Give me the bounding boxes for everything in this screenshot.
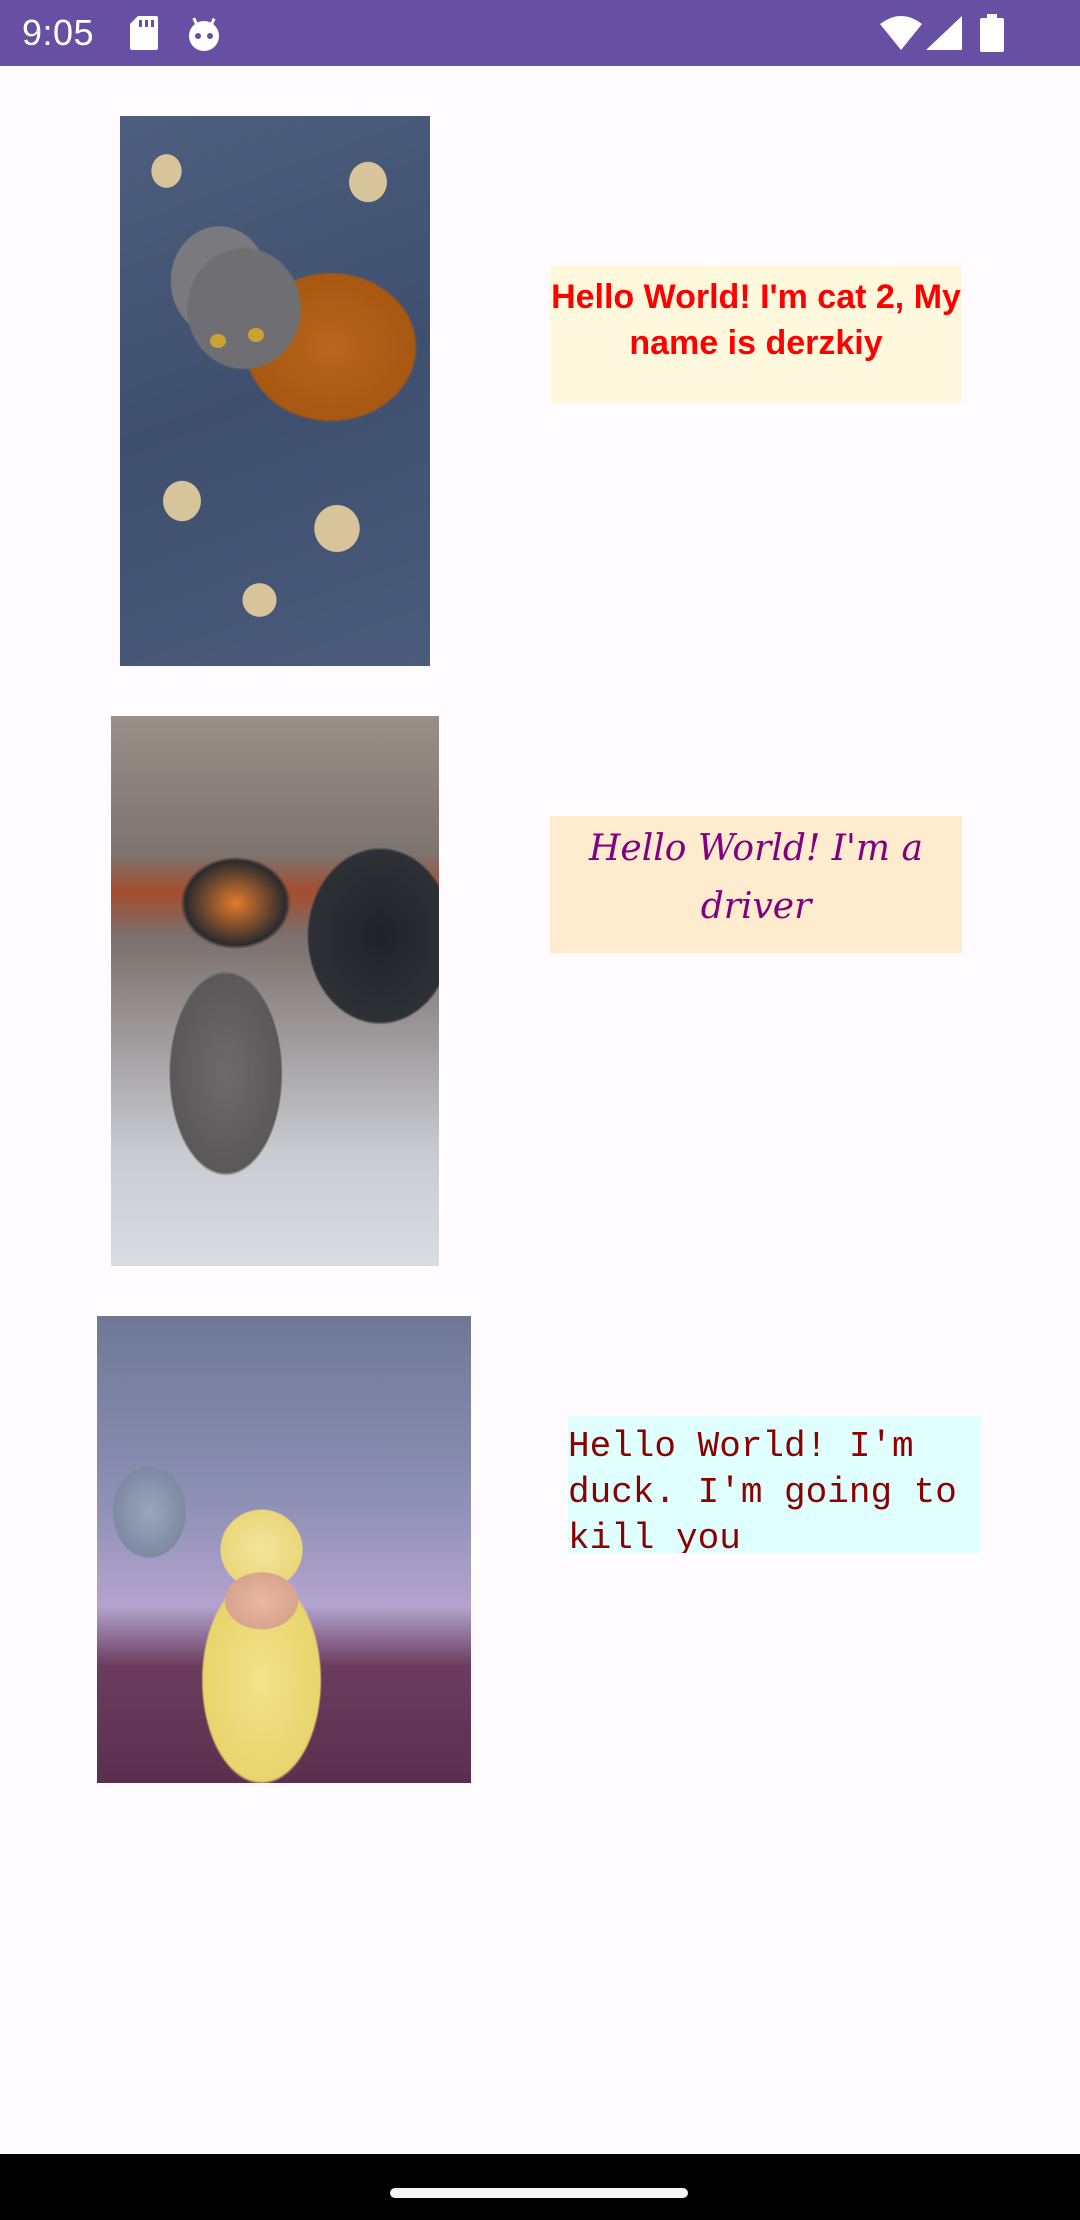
duck-photo [97, 1316, 471, 1783]
sd-card-icon [130, 16, 158, 50]
caption-cat: Hello World! I'm cat 2, My name is derzk… [550, 266, 962, 403]
navigation-bar [0, 2154, 1080, 2220]
cat-eye-icon [248, 328, 264, 342]
cat-eye-icon [210, 334, 226, 348]
status-bar: 9:05 [0, 0, 1080, 66]
home-handle[interactable] [390, 2188, 688, 2198]
status-time: 9:05 [22, 12, 95, 53]
caption-duck: Hello World! I'm duck. I'm going to kill… [568, 1416, 981, 1553]
wifi-icon [880, 16, 922, 50]
cat-photo [120, 116, 430, 666]
battery-icon [980, 14, 1004, 52]
signal-icon [926, 16, 962, 50]
caption-driver: Hello World! I'm a driver [550, 816, 962, 953]
rider-cat-photo [111, 716, 439, 1266]
robot-icon [189, 17, 219, 51]
